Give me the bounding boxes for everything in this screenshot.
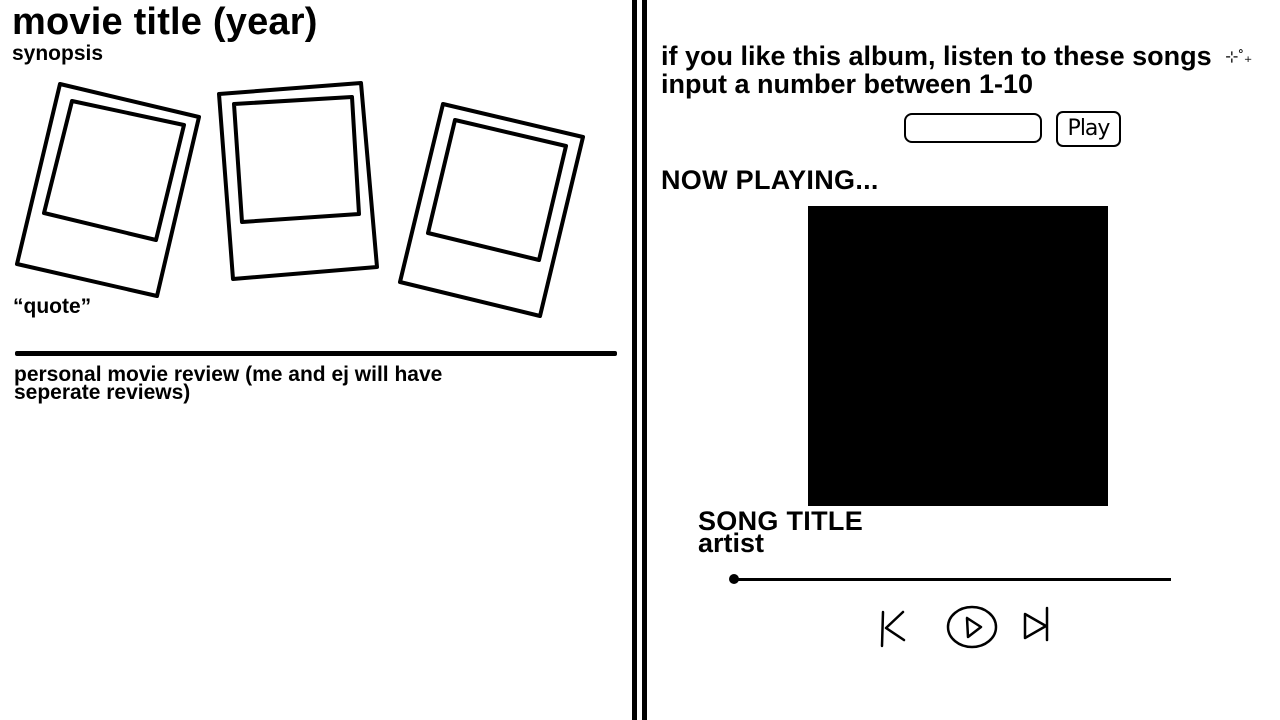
polaroid-1-icon[interactable]: [15, 82, 201, 298]
play-icon: [946, 605, 998, 649]
now-playing-label: NOW PLAYING...: [661, 165, 879, 195]
song-artist: artist: [698, 528, 765, 558]
skip-forward-button[interactable]: [1019, 600, 1053, 649]
progress-bar[interactable]: [733, 578, 1171, 581]
recommendation-text: if you like this album, listen to these …: [661, 41, 1212, 71]
polaroid-gallery: [15, 81, 585, 318]
recommendation-prompt: if you like this album, listen to these …: [661, 43, 1271, 98]
play-pause-button[interactable]: [944, 600, 1000, 655]
play-button[interactable]: Play: [1056, 111, 1121, 147]
panel-divider-right: [642, 0, 647, 720]
movie-quote: “quote”: [13, 295, 92, 318]
sparkle-icon: ⊹˚₊: [1225, 49, 1253, 67]
skip-back-icon: [880, 610, 906, 648]
movie-synopsis: synopsis: [12, 42, 104, 65]
panel-divider-left: [632, 0, 637, 720]
movie-title: movie title (year): [12, 1, 318, 43]
progress-handle[interactable]: [729, 574, 739, 584]
movie-review: personal movie review (me and ej will ha…: [14, 363, 443, 404]
polaroid-3-icon[interactable]: [398, 102, 585, 318]
recommendation-instruction: input a number between 1-10: [661, 69, 1034, 100]
section-divider: [15, 351, 617, 356]
album-art: [808, 206, 1108, 506]
skip-back-button[interactable]: [876, 600, 910, 653]
input-underline: [930, 141, 1018, 143]
skip-forward-icon: [1023, 606, 1049, 642]
polaroid-2-icon[interactable]: [217, 81, 379, 281]
song-number-input[interactable]: [904, 113, 1042, 143]
